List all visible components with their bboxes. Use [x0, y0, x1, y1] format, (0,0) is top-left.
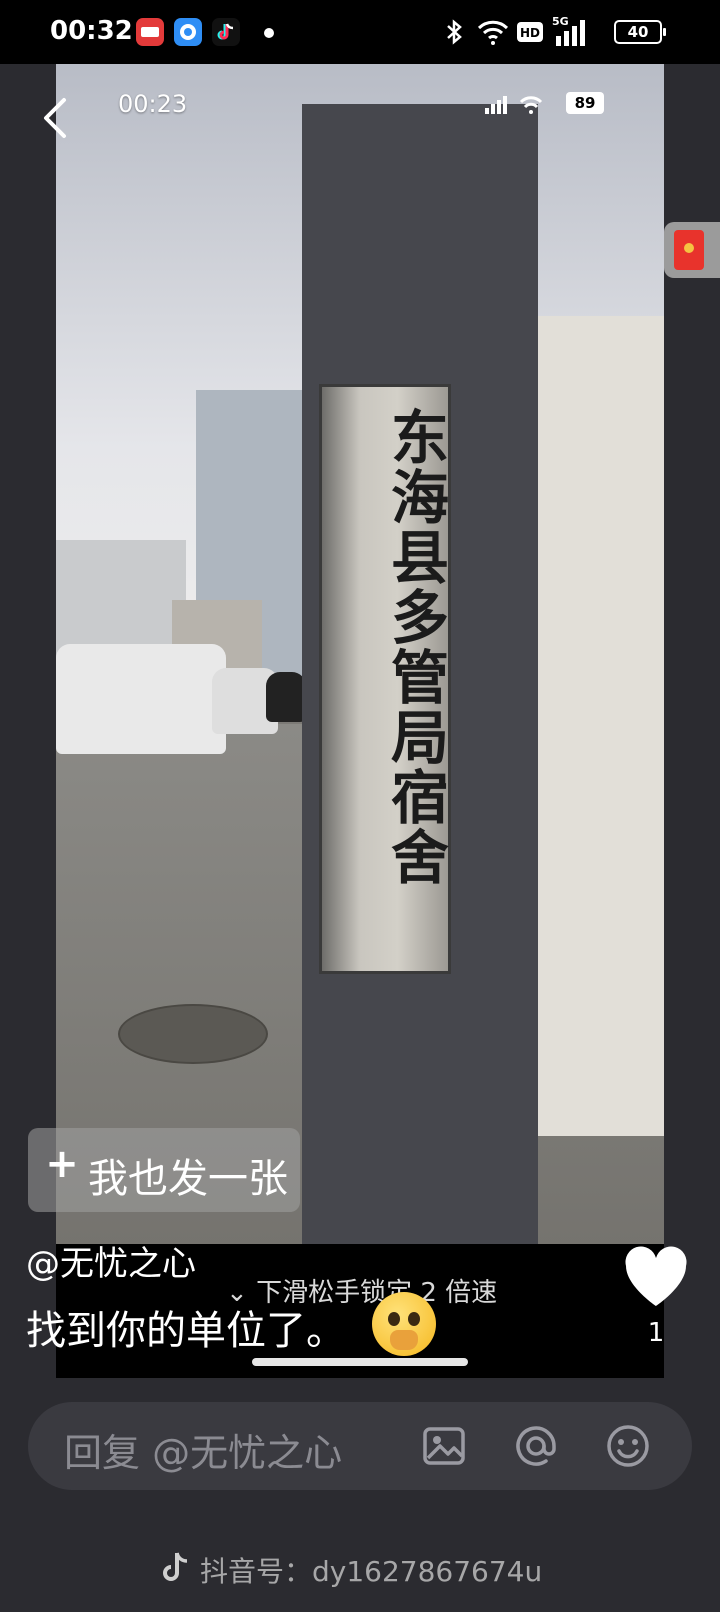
chevron-left-icon [44, 98, 66, 138]
image-icon[interactable] [422, 1424, 466, 1468]
emoji-icon[interactable] [606, 1424, 650, 1468]
back-button[interactable] [36, 96, 76, 140]
like-button[interactable] [622, 1246, 690, 1310]
photo-car-suv [56, 644, 226, 754]
browser-icon [174, 18, 202, 46]
notification-dot [264, 28, 274, 38]
reply-input[interactable]: 回复 @无忧之心 [64, 1422, 342, 1477]
inner-signal-icon [485, 96, 543, 114]
at-icon[interactable] [514, 1424, 558, 1468]
post-too-label: 我也发一张 [88, 1156, 288, 1202]
photo-white-wall [536, 316, 664, 1136]
photo-car-dark [266, 672, 306, 722]
svg-text:HD: HD [520, 26, 540, 40]
douyin-logo-icon [163, 1552, 188, 1581]
plus-icon: + [45, 1141, 79, 1187]
status-bar: 00:32 HD 5G 40 [0, 0, 720, 64]
heart-icon [625, 1246, 687, 1306]
photo-manhole [118, 1004, 268, 1064]
watermark-text: 抖音号：dy1627867674u [200, 1555, 543, 1588]
caption-text: 找到你的单位了。 [26, 1308, 346, 1354]
sign-text: 东海县多管局宿舍 [381, 407, 449, 887]
red-envelope-icon [674, 230, 704, 270]
reply-bar[interactable]: 回复 @无忧之心 [28, 1402, 692, 1490]
5g-signal-icon: 5G [552, 15, 585, 46]
author-name[interactable]: @无忧之心 [26, 1236, 196, 1285]
progress-bar[interactable] [252, 1358, 468, 1366]
bluetooth-icon [447, 19, 462, 45]
video-inner-battery: 89 [566, 92, 604, 114]
crying-face-emoji [372, 1292, 436, 1356]
post-too-button[interactable]: + 我也发一张 [28, 1128, 300, 1212]
douyin-icon [212, 18, 240, 46]
status-time: 00:32 [50, 16, 133, 46]
like-count: 1 [647, 1318, 665, 1348]
douyin-watermark: 抖音号：dy1627867674u [160, 1548, 560, 1588]
toutiao-icon [136, 18, 164, 46]
video-inner-time: 00:23 [118, 90, 188, 118]
svg-text:5G: 5G [552, 15, 569, 28]
hd-icon: HD [517, 22, 543, 42]
emoji-hands [390, 1330, 418, 1350]
sign-plaque: 东海县多管局宿舍 [319, 384, 451, 974]
emoji-eye [408, 1312, 420, 1326]
wifi-icon [477, 20, 509, 45]
red-packet-button[interactable] [664, 222, 720, 278]
emoji-eye [388, 1312, 400, 1326]
battery-indicator: 40 [614, 20, 666, 44]
